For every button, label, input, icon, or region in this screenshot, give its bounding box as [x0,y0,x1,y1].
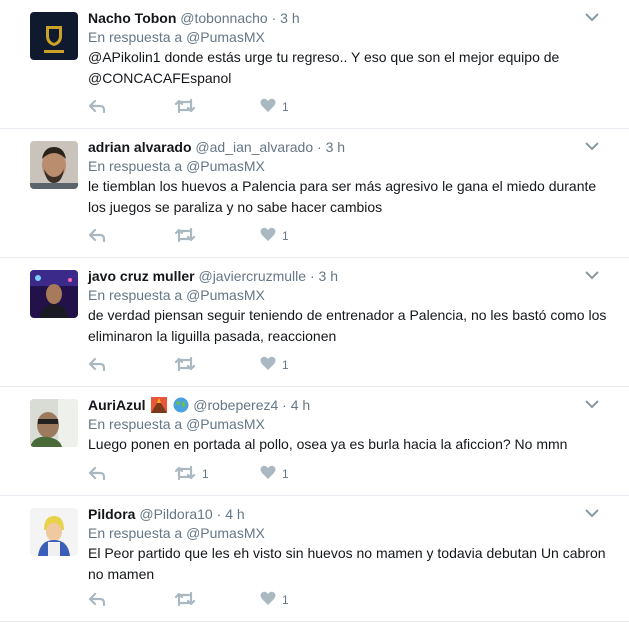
tweet-text: de verdad piensan seguir teniendo de ent… [88,307,607,344]
like-button[interactable]: 1 [260,356,289,374]
avatar[interactable] [30,270,78,318]
reply-button[interactable] [88,592,174,609]
reply-icon [88,357,106,374]
like-button[interactable]: 1 [260,591,289,609]
reply-prefix: En respuesta a [88,525,187,541]
timestamp[interactable]: 4 h [291,397,310,413]
like-count: 1 [282,358,289,372]
heart-icon [260,98,276,116]
reply-prefix: En respuesta a [88,287,187,303]
tweet[interactable]: javo cruz muller @javiercruzmulle · 3 h … [0,258,629,387]
timestamp[interactable]: 3 h [280,10,299,26]
tweet-text: Luego ponen en portada al pollo, osea ya… [88,436,568,452]
avatar[interactable] [30,399,78,447]
tweet[interactable]: adrian alvarado @ad_ian_alvarado · 3 h E… [0,129,629,258]
tweet[interactable]: AuriAzul @robeperez4 · 4 h En respuesta … [0,387,629,496]
heart-icon [260,465,276,483]
timestamp[interactable]: 3 h [326,139,345,155]
tweet-text: El Peor partido que les eh visto sin hue… [88,545,606,582]
retweet-icon [174,98,196,116]
reply-button[interactable] [88,357,174,374]
chevron-down-icon[interactable] [585,506,599,518]
reply-context: En respuesta a @PumasMX [88,286,617,304]
separator: · [267,10,281,26]
retweet-icon [174,227,196,245]
tweet-actions: 1 [88,98,289,116]
display-name[interactable]: javo cruz muller [88,268,195,284]
retweet-button[interactable] [174,591,260,609]
user-handle[interactable]: @robeperez4 [193,397,278,413]
like-button[interactable]: 1 [260,227,289,245]
tweet-actions: 1 [88,227,289,245]
tweet-text: le tiemblan los huevos a Palencia para s… [88,178,597,215]
volcano-emoji-icon [151,397,168,413]
display-name[interactable]: Nacho Tobon [88,10,176,26]
reply-prefix: En respuesta a [88,416,187,432]
reply-icon [88,228,106,245]
chevron-down-icon[interactable] [585,397,599,409]
timestamp[interactable]: 3 h [319,268,338,284]
separator: · [278,397,291,413]
reply-context: En respuesta a @PumasMX [88,28,617,46]
retweet-icon [174,465,196,483]
avatar[interactable] [30,141,78,189]
heart-icon [260,227,276,245]
reply-mention[interactable]: @PumasMX [186,158,265,174]
reply-prefix: En respuesta a [88,29,187,45]
tweet[interactable]: Pildora @Pildora10 · 4 h En respuesta a … [0,496,629,622]
replies-feed: Nacho Tobon @tobonnacho · 3 h En respues… [0,0,629,622]
tweet-actions: 1 [88,591,289,609]
reply-icon [88,592,106,609]
chevron-down-icon[interactable] [585,10,599,22]
chevron-down-icon[interactable] [585,268,599,280]
reply-mention[interactable]: @PumasMX [186,287,265,303]
retweet-button[interactable]: 1 [174,465,260,483]
heart-icon [260,356,276,374]
retweet-button[interactable] [174,227,260,245]
avatar[interactable] [30,508,78,556]
display-name[interactable]: AuriAzul [88,397,146,413]
reply-mention[interactable]: @PumasMX [186,416,265,432]
retweet-button[interactable] [174,356,260,374]
retweet-count: 1 [202,467,209,481]
like-count: 1 [282,229,289,243]
chevron-down-icon[interactable] [585,139,599,151]
reply-mention[interactable]: @PumasMX [186,525,265,541]
timestamp[interactable]: 4 h [225,506,244,522]
display-name[interactable]: adrian alvarado [88,139,192,155]
separator: · [313,139,326,155]
separator: · [306,268,319,284]
reply-button[interactable] [88,228,174,245]
like-count: 1 [282,100,289,114]
tweet-text: @APikolin1 donde estás urge tu regreso..… [88,49,560,86]
heart-icon [260,591,276,609]
like-count: 1 [282,593,289,607]
globe-emoji-icon [173,397,189,413]
tweet[interactable]: Nacho Tobon @tobonnacho · 3 h En respues… [0,0,629,129]
display-name[interactable]: Pildora [88,506,135,522]
like-count: 1 [282,467,289,481]
reply-mention[interactable]: @PumasMX [186,29,265,45]
retweet-icon [174,591,196,609]
retweet-button[interactable] [174,98,260,116]
reply-context: En respuesta a @PumasMX [88,157,617,175]
reply-context: En respuesta a @PumasMX [88,524,617,542]
like-button[interactable]: 1 [260,98,289,116]
user-handle[interactable]: @tobonnacho [180,10,267,26]
user-handle[interactable]: @ad_ian_alvarado [195,139,313,155]
avatar[interactable] [30,12,78,60]
reply-prefix: En respuesta a [88,158,187,174]
like-button[interactable]: 1 [260,465,289,483]
retweet-icon [174,356,196,374]
user-handle[interactable]: @javiercruzmulle [198,268,306,284]
reply-button[interactable] [88,99,174,116]
reply-icon [88,99,106,116]
reply-icon [88,466,106,483]
tweet-actions: 1 1 [88,465,289,483]
reply-context: En respuesta a @PumasMX [88,415,617,433]
reply-button[interactable] [88,466,174,483]
separator: · [212,506,226,522]
tweet-actions: 1 [88,356,289,374]
user-handle[interactable]: @Pildora10 [139,506,212,522]
